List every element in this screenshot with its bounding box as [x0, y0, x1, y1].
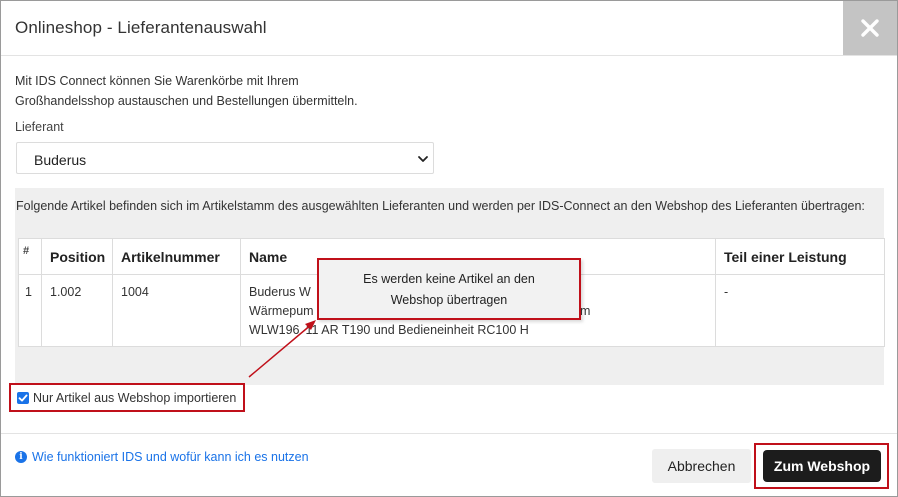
supplier-label: Lieferant [15, 120, 64, 134]
import-checkbox-row[interactable]: Nur Artikel aus Webshop importieren [9, 383, 245, 412]
info-icon: i [15, 451, 27, 463]
column-header-position: Position [41, 238, 113, 275]
dialog-title: Onlineshop - Lieferantenauswahl [15, 18, 267, 37]
help-link[interactable]: i Wie funktioniert IDS und wofür kann ic… [15, 450, 309, 464]
cell-artikelnummer: 1004 [112, 274, 241, 347]
column-header-teil: Teil einer Leistung [715, 238, 885, 275]
cell-index: 1 [18, 274, 42, 347]
cell-position: 1.002 [41, 274, 113, 347]
intro-line-1: Mit IDS Connect können Sie Warenkörbe mi… [15, 74, 299, 88]
cancel-button[interactable]: Abbrechen [652, 449, 751, 483]
check-icon [18, 394, 28, 401]
chevron-down-icon [418, 156, 428, 162]
name-line-3: WLW196 11 AR T190 und Bedieneinheit RC100… [249, 321, 707, 340]
intro-line-2: Großhandelsshop austauschen und Bestellu… [15, 94, 358, 108]
supplier-select[interactable]: Buderus [16, 142, 434, 174]
name-line-3-head: WLW196 [249, 323, 300, 337]
footer-divider [1, 433, 897, 434]
import-checkbox[interactable] [17, 391, 29, 404]
column-header-index: # [18, 238, 42, 275]
close-button[interactable] [843, 1, 897, 55]
article-info-text: Folgende Artikel befinden sich im Artike… [16, 199, 865, 213]
webshop-button-highlight: Zum Webshop [754, 443, 889, 489]
intro-text: Mit IDS Connect können Sie Warenkörbe mi… [15, 71, 435, 111]
callout-box: Es werden keine Artikel an den Webshop ü… [317, 258, 581, 320]
callout-line-1: Es werden keine Artikel an den [363, 272, 535, 286]
import-checkbox-label[interactable]: Nur Artikel aus Webshop importieren [33, 391, 236, 405]
callout-line-2: Webshop übertragen [390, 293, 508, 307]
dialog-header: Onlineshop - Lieferantenauswahl [1, 1, 897, 56]
name-line-2-head: Wärmepum [249, 304, 314, 318]
dialog: Onlineshop - Lieferantenauswahl Mit IDS … [0, 0, 898, 497]
supplier-select-value: Buderus [34, 152, 87, 168]
column-header-artikelnummer: Artikelnummer [112, 238, 241, 275]
cell-teil: - [715, 274, 885, 347]
help-link-text[interactable]: Wie funktioniert IDS und wofür kann ich … [32, 450, 309, 464]
webshop-button[interactable]: Zum Webshop [763, 450, 881, 482]
name-line-3-tail: 11 AR T190 und Bedieneinheit RC100 H [305, 323, 529, 337]
close-icon [861, 19, 879, 37]
